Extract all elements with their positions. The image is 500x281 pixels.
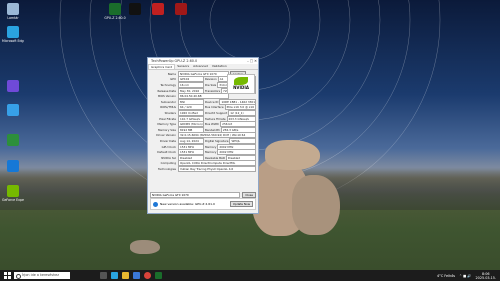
row-label: Driver Version (156, 133, 176, 138)
row-label-2: Bus Width (205, 122, 220, 127)
row-label-2: Revision (205, 77, 217, 82)
desktop-icon[interactable] (2, 160, 24, 172)
dolmen-stone (265, 140, 320, 170)
row-label-2: Memory (205, 144, 217, 149)
desktop: Lomtár Microsoft Edge GeForce Experience… (0, 0, 500, 270)
info-icon (153, 201, 158, 207)
row-label-2: DirectX Support (205, 110, 228, 115)
tab-graphics-card[interactable]: Graphics Card (148, 64, 176, 69)
clock-date: 2025.03.15. (475, 275, 497, 280)
dolmen-stone (292, 175, 340, 235)
desktop-icon[interactable] (2, 104, 24, 116)
search-placeholder: Írjon ide a kereséshez (22, 273, 60, 277)
desktop-icon[interactable] (147, 3, 169, 15)
row-label: NVIDIA SLI (161, 155, 176, 160)
info-row: Technologies Vulkan Ray Tracing PhysX Ope… (150, 165, 256, 172)
dolmen-stone (130, 240, 160, 254)
edge-icon[interactable] (111, 272, 118, 279)
row-label: Default Clock (157, 150, 176, 155)
row-label: Shaders (164, 110, 176, 115)
window-controls[interactable]: – □ ✕ (247, 58, 257, 64)
row-label-2: Memory (205, 150, 217, 155)
row-label-2: Resizable BAR (205, 155, 225, 160)
row-label: Computing (160, 161, 176, 166)
task-view-icon[interactable] (100, 272, 107, 279)
row-label: Memory Size (157, 127, 176, 132)
clock[interactable]: 8:06 2025.03.15. (476, 272, 497, 280)
weather-text[interactable]: 4°C Felhős (437, 274, 455, 278)
geforce-icon (7, 185, 19, 197)
desktop-icon[interactable]: GeForce Experience (2, 185, 24, 202)
system-tray: 4°C Felhős ⌃ ■ 🔊 8:06 2025.03.15. (437, 270, 496, 281)
chrome-icon[interactable] (144, 272, 151, 279)
tab-validation[interactable]: Validation (210, 64, 229, 69)
gpuz-window: TechPowerUp GPU-Z 2.60.0 – □ ✕ Graphics C… (147, 57, 259, 214)
row-label-2: Bandwidth (205, 127, 220, 132)
recycle-bin-icon (7, 3, 19, 15)
taskbar: Írjon ide a kereséshez 4°C Felhős ⌃ ■ 🔊 … (0, 270, 500, 281)
row-label-2: Die Size (205, 82, 217, 87)
desktop-icon[interactable]: GPU-Z 2.60.0 (104, 3, 126, 20)
file-explorer-icon[interactable] (122, 272, 129, 279)
app-icon (129, 3, 141, 15)
tray-icons[interactable]: ⌃ ■ 🔊 (459, 274, 471, 278)
gpuz-icon (109, 3, 121, 15)
app-icon (152, 3, 164, 15)
window-titlebar[interactable]: TechPowerUp GPU-Z 2.60.0 – □ ✕ (148, 58, 258, 64)
row-label-2: Transistors (205, 88, 221, 93)
row-label-2: Bus Interface (205, 105, 224, 110)
row-label: GPU Clock (161, 144, 176, 149)
app-icon (7, 134, 19, 146)
row-label: Name (167, 71, 176, 76)
row-label: Release Date (157, 88, 176, 93)
row-label: Subvendor (160, 99, 176, 104)
app-icon (7, 160, 19, 172)
desktop-icon[interactable] (124, 3, 146, 15)
row-label-2: Texture Fillrate (205, 116, 226, 121)
row-label: Memory Type (157, 122, 176, 127)
search-icon (16, 273, 21, 279)
row-value: Vulkan Ray Tracing PhysX OpenGL 4.6 (178, 165, 256, 172)
desktop-icon[interactable]: Lomtár (2, 3, 24, 20)
windows-start-icon[interactable] (4, 272, 11, 279)
desktop-icon[interactable] (170, 3, 192, 15)
update-text: New version available: GPU-Z 2.61.0 (160, 202, 215, 206)
search-box[interactable]: Írjon ide a kereséshez (14, 272, 70, 279)
edge-icon (7, 26, 19, 38)
desktop-icon[interactable] (2, 134, 24, 146)
row-label: GPU (170, 77, 176, 82)
desktop-icon[interactable] (2, 80, 24, 92)
window-title: TechPowerUp GPU-Z 2.60.0 (151, 59, 198, 63)
update-banner: New version available: GPU-Z 2.61.0 Upda… (150, 198, 256, 210)
desktop-icon[interactable]: Microsoft Edge (2, 26, 24, 43)
row-label: BIOS Version (158, 94, 176, 99)
tab-sensors[interactable]: Sensors (175, 64, 191, 69)
update-now-button[interactable]: Update Now (229, 201, 253, 207)
nvidia-eye-icon (234, 77, 248, 85)
row-label: Technologies (158, 166, 176, 171)
row-label: Pixel Fillrate (159, 116, 176, 121)
tab-advanced[interactable]: Advanced (191, 64, 210, 69)
row-label: Driver Date (159, 138, 176, 143)
app-icon (7, 80, 19, 92)
row-label-2: Device ID (205, 99, 219, 104)
row-label-2: Digital Signature (205, 138, 229, 143)
nvidia-logo: NVIDIA (227, 74, 255, 94)
row-label: Technology (160, 82, 176, 87)
gpuz-icon[interactable] (155, 272, 162, 279)
app-icon (175, 3, 187, 15)
row-label: ROPs/TMUs (160, 105, 176, 110)
app-icon (7, 104, 19, 116)
store-icon[interactable] (133, 272, 140, 279)
